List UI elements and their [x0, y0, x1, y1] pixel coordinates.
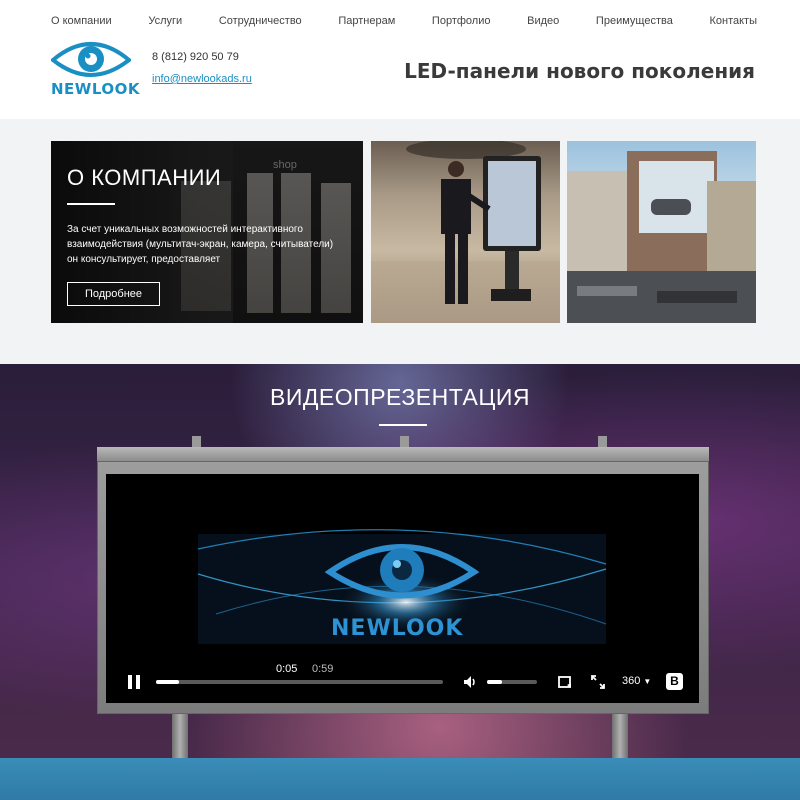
video-title-underline — [379, 424, 427, 426]
about-title-underline — [67, 203, 115, 205]
video-section: ВИДЕОПРЕЗЕНТАЦИЯ NEWLOOK 0:05 0:59 360 ▼… — [0, 364, 800, 758]
logo-text[interactable]: NEWLOOK — [51, 80, 140, 98]
billboard-leg — [172, 714, 188, 758]
kiosk-image[interactable] — [371, 141, 560, 323]
billboard-top-rail — [97, 447, 709, 461]
billboard-leg — [612, 714, 628, 758]
vk-logo-button[interactable]: В — [666, 673, 683, 690]
video-frame-icon — [197, 529, 607, 644]
about-card: shop О КОМПАНИИ За счет уникальных возмо… — [51, 141, 363, 323]
volume-button[interactable] — [462, 674, 478, 690]
video-title: ВИДЕОПРЕЗЕНТАЦИЯ — [269, 384, 530, 410]
repeat-icon — [558, 676, 571, 688]
kiosk-illustration-icon — [371, 141, 560, 323]
fullscreen-button[interactable] — [590, 674, 606, 690]
about-title: О КОМПАНИИ — [67, 165, 222, 190]
nav-item-about[interactable]: О компании — [51, 15, 112, 27]
billboard-image[interactable] — [567, 141, 756, 323]
nav-item-partners[interactable]: Партнерам — [338, 15, 395, 27]
about-text: За счет уникальных возможностей интеракт… — [67, 224, 334, 265]
time-total: 0:59 — [312, 663, 334, 675]
phone-number: 8 (812) 920 50 79 — [152, 51, 239, 63]
more-button[interactable]: Подробнее — [67, 282, 160, 306]
billboard-illustration-icon — [567, 151, 756, 323]
volume-fill — [487, 680, 502, 684]
quality-selector[interactable]: 360 ▼ — [622, 675, 651, 687]
email-link[interactable]: info@newlookads.ru — [152, 73, 252, 85]
nav-item-advantages[interactable]: Преимущества — [596, 15, 673, 27]
nav-item-cooperation[interactable]: Сотрудничество — [219, 15, 302, 27]
volume-slider[interactable] — [487, 680, 537, 684]
nav-item-contacts[interactable]: Контакты — [709, 15, 757, 27]
quality-value: 360 — [622, 675, 641, 687]
volume-icon — [464, 676, 475, 688]
pause-icon — [128, 675, 140, 689]
pause-button[interactable] — [127, 674, 141, 690]
progress-bar[interactable] — [156, 680, 443, 684]
video-logo-text: NEWLOOK — [331, 616, 464, 641]
fullscreen-icon — [591, 675, 605, 689]
progress-fill — [156, 680, 179, 684]
time-current: 0:05 — [276, 663, 298, 675]
vk-icon: В — [670, 674, 679, 688]
page-tagline: LED-панели нового поколения — [404, 59, 755, 83]
main-nav: О компании Услуги Сотрудничество Партнер… — [51, 15, 757, 27]
nav-item-video[interactable]: Видео — [527, 15, 559, 27]
loop-button[interactable] — [557, 674, 573, 690]
site-header: О компании Услуги Сотрудничество Партнер… — [0, 0, 800, 119]
video-player[interactable]: NEWLOOK — [106, 474, 699, 703]
nav-item-services[interactable]: Услуги — [148, 15, 182, 27]
nav-item-portfolio[interactable]: Портфолио — [432, 15, 491, 27]
bottom-strip — [0, 758, 800, 800]
caret-down-icon: ▼ — [643, 677, 652, 686]
